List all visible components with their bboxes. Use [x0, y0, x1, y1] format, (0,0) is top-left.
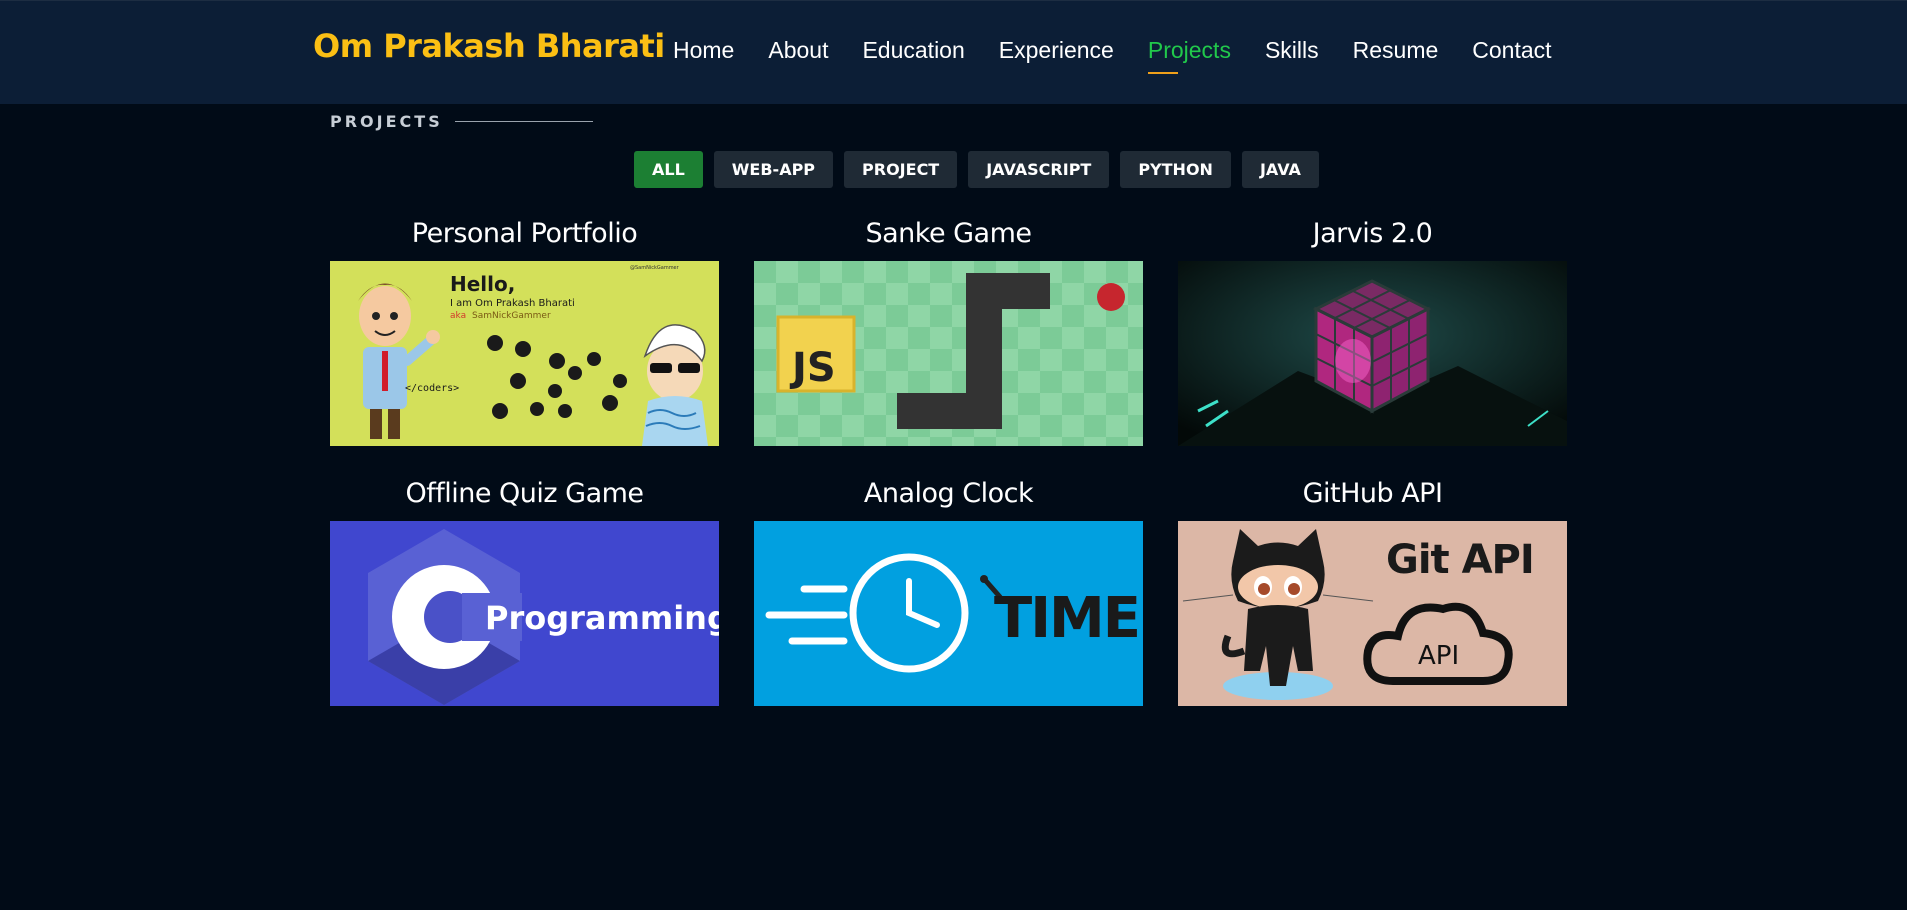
project-thumbnail-github-api[interactable]: Git API API — [1178, 521, 1567, 706]
project-title: Offline Quiz Game — [405, 478, 644, 509]
nav-resume[interactable]: Resume — [1353, 37, 1439, 64]
portfolio-handle-text: @SamNickGammer — [630, 265, 680, 271]
navbar: Om Prakash Bharati Home About Education … — [0, 0, 1907, 104]
projects-grid: Personal Portfolio Hello, I am Om Prakas… — [330, 216, 1567, 706]
project-card-quiz-game[interactable]: Offline Quiz Game Programming — [330, 476, 719, 706]
portfolio-aka-text: aka — [450, 311, 466, 321]
octocat-illustration: Git API API — [1178, 521, 1567, 706]
filter-project[interactable]: PROJECT — [844, 151, 958, 188]
snake-game-illustration: JS — [754, 261, 1143, 446]
clock-illustration: TIME — [754, 521, 1143, 706]
project-thumbnail-snake-game[interactable]: JS — [754, 261, 1143, 446]
time-text: TIME — [994, 586, 1139, 651]
project-card-portfolio[interactable]: Personal Portfolio Hello, I am Om Prakas… — [330, 216, 719, 446]
cloud-api-text: API — [1418, 641, 1459, 671]
nav-projects[interactable]: Projects — [1147, 37, 1231, 74]
filter-bar: ALL WEB-APP PROJECT JAVASCRIPT PYTHON JA… — [634, 151, 1319, 188]
git-api-heading: Git API — [1386, 537, 1534, 583]
portfolio-intro-text: I am Om Prakash Bharati — [450, 298, 575, 309]
project-card-github-api[interactable]: GitHub API Git API API — [1178, 476, 1567, 706]
nav-education[interactable]: Education — [862, 37, 964, 64]
js-badge-text: JS — [789, 345, 836, 391]
project-title: GitHub API — [1302, 478, 1443, 509]
nav-links: Home About Education Experience Projects… — [673, 37, 1552, 74]
filter-java[interactable]: JAVA — [1241, 151, 1319, 188]
project-title: Sanke Game — [865, 218, 1032, 249]
nav-home[interactable]: Home — [673, 37, 734, 64]
project-title: Personal Portfolio — [411, 218, 638, 249]
portfolio-nickname-text: SamNickGammer — [472, 311, 551, 321]
nav-about[interactable]: About — [768, 37, 828, 64]
filter-all[interactable]: ALL — [634, 151, 703, 188]
project-thumbnail-jarvis[interactable] — [1178, 261, 1567, 446]
filter-javascript[interactable]: JAVASCRIPT — [968, 151, 1110, 188]
project-thumbnail-analog-clock[interactable]: TIME — [754, 521, 1143, 706]
nav-contact[interactable]: Contact — [1472, 37, 1551, 64]
nav-skills[interactable]: Skills — [1265, 37, 1319, 64]
portfolio-hello-text: Hello, — [450, 272, 515, 296]
filter-web-app[interactable]: WEB-APP — [713, 151, 834, 188]
jarvis-cube-illustration — [1178, 261, 1567, 446]
project-thumbnail-quiz-game[interactable]: Programming — [330, 521, 719, 706]
section-label: PROJECTS — [330, 112, 593, 131]
project-card-snake-game[interactable]: Sanke Game JS — [754, 216, 1143, 446]
brand-logo[interactable]: Om Prakash Bharati — [313, 27, 665, 65]
portfolio-coders-text: </coders> — [405, 383, 459, 394]
section-label-text: PROJECTS — [330, 112, 443, 131]
portfolio-illustration: Hello, I am Om Prakash Bharati aka SamNi… — [330, 261, 719, 446]
project-title: Analog Clock — [863, 478, 1034, 509]
project-card-analog-clock[interactable]: Analog Clock TIME — [754, 476, 1143, 706]
filter-python[interactable]: PYTHON — [1120, 151, 1231, 188]
c-programming-text: Programming — [485, 599, 719, 637]
nav-experience[interactable]: Experience — [999, 37, 1114, 64]
project-thumbnail-portfolio[interactable]: Hello, I am Om Prakash Bharati aka SamNi… — [330, 261, 719, 446]
project-title: Jarvis 2.0 — [1312, 218, 1433, 249]
project-card-jarvis[interactable]: Jarvis 2.0 — [1178, 216, 1567, 446]
c-programming-illustration: Programming — [330, 521, 719, 706]
section-divider — [454, 121, 593, 122]
